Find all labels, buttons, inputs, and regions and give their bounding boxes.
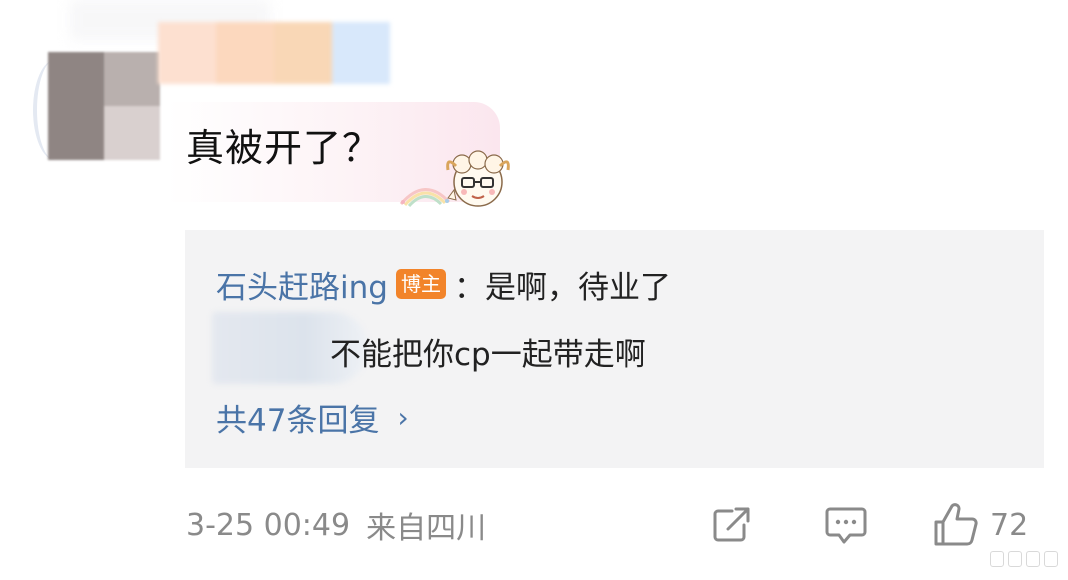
comment-icon bbox=[825, 507, 867, 544]
like-icon bbox=[934, 503, 978, 546]
comment-button[interactable] bbox=[824, 502, 868, 548]
comment-location: 来自四川 bbox=[366, 511, 487, 546]
comment-meta: 3-25 00:49 来自四川 bbox=[186, 502, 486, 548]
avatar[interactable] bbox=[48, 52, 160, 160]
view-replies-link[interactable]: 共47条回复 › bbox=[216, 392, 409, 442]
reply-text-2: 不能把你cp一起带走啊 bbox=[330, 336, 646, 373]
reply-colon: ： bbox=[453, 269, 485, 306]
reply-author-link[interactable]: 石头赶路ing bbox=[216, 262, 388, 307]
share-button[interactable] bbox=[710, 502, 754, 548]
reply-text: 是啊，待业了 bbox=[484, 269, 671, 306]
like-count: 72 bbox=[990, 507, 1029, 543]
commenter-name-blurred[interactable] bbox=[158, 22, 390, 84]
watermark-icon bbox=[990, 548, 1060, 570]
sheep-sticker-icon bbox=[446, 150, 510, 207]
chevron-right-icon: › bbox=[397, 400, 409, 434]
share-icon bbox=[713, 507, 750, 542]
comment-text: 真被开了？ bbox=[186, 126, 382, 170]
reply-item-2[interactable]: 不能把你cp一起带走啊 bbox=[330, 326, 646, 376]
comment-time: 3-25 00:49 bbox=[186, 507, 351, 543]
like-button[interactable]: 72 bbox=[930, 502, 1028, 548]
reply-item[interactable]: 石头赶路ing 博主 ： 是啊，待业了 bbox=[216, 258, 671, 310]
blogger-badge: 博主 bbox=[395, 269, 446, 299]
reply-count-label: 共47条回复 bbox=[216, 402, 380, 439]
